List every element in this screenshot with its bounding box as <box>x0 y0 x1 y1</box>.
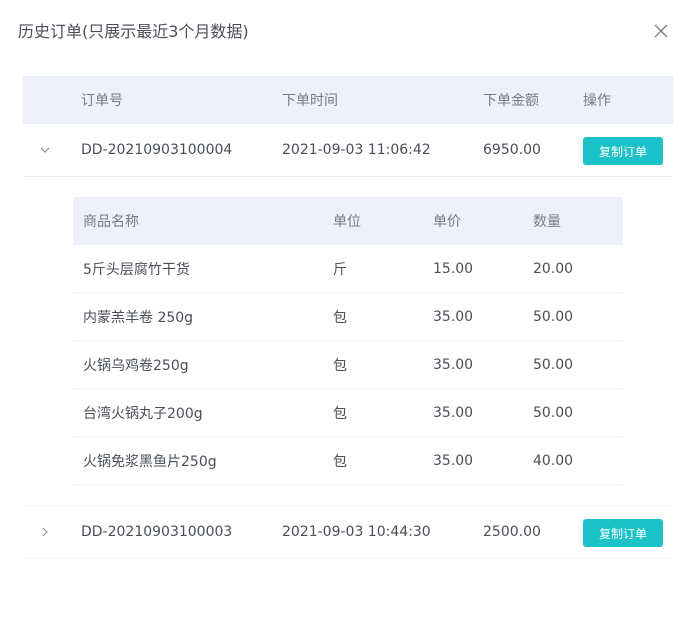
item-qty: 50.00 <box>533 356 574 373</box>
item-name: 台湾火锅丸子200g <box>83 405 203 422</box>
header-order-no: 订单号 <box>81 93 123 109</box>
order-row: DD-20210903100004 2021-09-03 11:06:42 69… <box>23 124 673 177</box>
item-price: 35.00 <box>433 404 474 421</box>
item-qty: 50.00 <box>533 404 574 421</box>
item-price: 35.00 <box>433 308 474 325</box>
chevron-down-icon[interactable] <box>37 124 53 176</box>
item-table: 商品名称 单位 单价 数量 5斤头层腐竹干货 斤 15.00 20.00 内蒙羔… <box>73 197 623 485</box>
copy-order-button[interactable]: 复制订单 <box>583 137 663 165</box>
item-unit: 包 <box>333 357 347 374</box>
close-icon[interactable] <box>652 22 670 40</box>
dialog-title: 历史订单(只展示最近3个月数据) <box>18 22 249 41</box>
header-amount: 下单金额 <box>483 93 539 109</box>
item-row: 火锅乌鸡卷250g 包 35.00 50.00 <box>73 341 623 389</box>
item-table-header: 商品名称 单位 单价 数量 <box>73 197 623 245</box>
item-name: 内蒙羔羊卷 250g <box>83 309 194 326</box>
item-unit: 包 <box>333 309 347 326</box>
item-unit: 斤 <box>333 261 347 278</box>
item-price: 15.00 <box>433 260 474 277</box>
item-qty: 40.00 <box>533 452 574 469</box>
header-item-qty: 数量 <box>533 214 561 230</box>
item-row: 内蒙羔羊卷 250g 包 35.00 50.00 <box>73 293 623 341</box>
item-price: 35.00 <box>433 452 474 469</box>
order-number: DD-20210903100004 <box>81 142 233 158</box>
item-row: 台湾火锅丸子200g 包 35.00 50.00 <box>73 389 623 437</box>
item-row: 火锅免浆黑鱼片250g 包 35.00 40.00 <box>73 437 623 485</box>
order-row: DD-20210903100003 2021-09-03 10:44:30 25… <box>23 506 673 559</box>
order-table: 订单号 下单时间 下单金额 操作 DD-20210903100004 2021-… <box>23 76 673 559</box>
order-detail-panel: 商品名称 单位 单价 数量 5斤头层腐竹干货 斤 15.00 20.00 内蒙羔… <box>23 177 673 506</box>
header-action: 操作 <box>583 93 611 109</box>
order-time: 2021-09-03 10:44:30 <box>282 524 431 540</box>
item-name: 火锅乌鸡卷250g <box>83 357 189 374</box>
header-item-price: 单价 <box>433 214 461 230</box>
item-unit: 包 <box>333 405 347 422</box>
item-row: 5斤头层腐竹干货 斤 15.00 20.00 <box>73 245 623 293</box>
item-price: 35.00 <box>433 356 474 373</box>
order-amount: 2500.00 <box>483 524 541 540</box>
item-qty: 20.00 <box>533 260 574 277</box>
header-item-unit: 单位 <box>333 214 361 230</box>
item-name: 5斤头层腐竹干货 <box>83 261 190 278</box>
copy-order-button[interactable]: 复制订单 <box>583 519 663 547</box>
order-time: 2021-09-03 11:06:42 <box>282 142 431 158</box>
order-amount: 6950.00 <box>483 142 541 158</box>
header-item-name: 商品名称 <box>83 214 139 230</box>
chevron-right-icon[interactable] <box>37 506 53 558</box>
item-name: 火锅免浆黑鱼片250g <box>83 453 217 470</box>
order-number: DD-20210903100003 <box>81 524 233 540</box>
header-order-time: 下单时间 <box>282 93 338 109</box>
item-qty: 50.00 <box>533 308 574 325</box>
order-table-header: 订单号 下单时间 下单金额 操作 <box>23 76 673 124</box>
item-unit: 包 <box>333 453 347 470</box>
